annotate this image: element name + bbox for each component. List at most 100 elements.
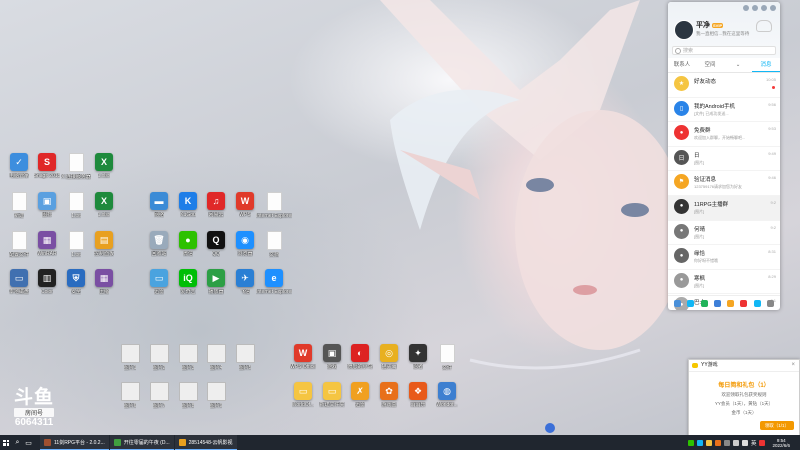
desktop-icon-g07[interactable]: ▭ WorldOf... bbox=[287, 382, 319, 408]
desktop-icon-i06[interactable]: ▣ 图标 bbox=[31, 192, 63, 218]
qq-main-panel[interactable]: 平净 SVIP 我一直相信...我在这里等待 搜索 联系人 空间 ⌄ 消息 ★ 好友动态 1… bbox=[668, 2, 780, 310]
qq-tab-2[interactable]: ⌄ bbox=[724, 58, 752, 72]
qq-close-icon[interactable] bbox=[770, 5, 776, 11]
qq-conversation-item[interactable]: ● 缘恰 你好呀不错哦 8:31 bbox=[668, 245, 780, 270]
desktop-icon-i22[interactable]: 🗑 回收站 bbox=[143, 231, 175, 257]
qq-settings-icon[interactable] bbox=[752, 5, 758, 11]
desktop-icon-i29[interactable]: ▶ 播放器 bbox=[200, 269, 232, 295]
desktop-icon-r02[interactable]: 图片2 bbox=[143, 344, 175, 371]
desktop-icon-i14[interactable]: ▥ Color bbox=[31, 269, 63, 295]
desktop-icon-i19[interactable]: ♫ 网易云 bbox=[200, 192, 232, 218]
conversation-time: 9:49 bbox=[768, 150, 776, 156]
desktop-icon-label: WinRAR bbox=[37, 251, 57, 257]
qq-signature[interactable]: 我一直相信...我在这里等待 bbox=[696, 31, 749, 37]
desktop-icon-i31[interactable]: e Internet Explorer bbox=[256, 269, 292, 295]
game-icon[interactable] bbox=[713, 299, 721, 307]
desktop-icon-i25[interactable]: ◉ 浏览器 bbox=[229, 231, 261, 257]
app-icon bbox=[206, 382, 226, 401]
desktop-icon-label: 游戏 bbox=[326, 364, 337, 370]
close-icon[interactable]: × bbox=[791, 360, 795, 371]
yy-notification-popup[interactable]: YY游戏 × 每日简和礼包（1） 欢迎领取礼包获奖规则 YY会员（1天），黄钻（… bbox=[688, 359, 800, 437]
qq-conversation-item[interactable]: ● 11RPG主播群 [图片] 9:2 bbox=[668, 195, 780, 221]
qq-conversation-item[interactable]: ★ 好友动态 10:05 bbox=[668, 73, 780, 98]
desktop-icon-r05[interactable]: 图片5 bbox=[229, 344, 261, 371]
start-button[interactable] bbox=[0, 435, 12, 450]
qq-conversation-item[interactable]: ▯ 我的Android手机 [文件] 已成功发送... 9:56 bbox=[668, 98, 780, 123]
desktop-icon-g10[interactable]: ✿ 游戏盒 bbox=[373, 382, 405, 408]
search-icon[interactable]: ⌕ bbox=[12, 435, 23, 450]
desktop-icon-i04[interactable]: X 1.xlsx bbox=[88, 153, 120, 179]
desktop-icon-r09[interactable]: 图片9 bbox=[200, 382, 232, 409]
desktop-icon-g11[interactable]: ❖ 消消乐 bbox=[402, 382, 434, 408]
desktop-icon-r07[interactable]: 图片7 bbox=[143, 382, 175, 409]
desktop-icon-label: 图片4 bbox=[209, 365, 223, 371]
desktop-icon-i27[interactable]: ▭ 迅雷 bbox=[143, 269, 175, 295]
ime-indicator[interactable]: 英 bbox=[751, 439, 757, 447]
desktop-icon-i02[interactable]: S Snagit 2018 bbox=[31, 153, 63, 179]
desktop-icon-i17[interactable]: ▬ 网络 bbox=[143, 192, 175, 218]
qq-conversation-item[interactable]: ● 寒枫 [图片] 8:29 bbox=[668, 270, 780, 295]
desktop-icon-r04[interactable]: 图片4 bbox=[200, 344, 232, 371]
volume-icon[interactable] bbox=[741, 439, 748, 446]
yy-claim-button[interactable]: 领取（1/1） bbox=[759, 421, 794, 430]
grid-icon[interactable] bbox=[766, 299, 774, 307]
app-icon: ♫ bbox=[207, 192, 225, 210]
qq-tab-3[interactable]: 消息 bbox=[752, 58, 780, 72]
desktop-icon-g05[interactable]: ✦ 忍者 bbox=[402, 344, 434, 370]
qq-avatar[interactable] bbox=[674, 20, 694, 40]
qq-conversation-item[interactable]: ● 何晴 [图片] 9:2 bbox=[668, 221, 780, 246]
desktop-icon-g01[interactable]: W WPS Office bbox=[287, 344, 319, 370]
desktop-icon-g04[interactable]: ◎ 猫头鹰 bbox=[373, 344, 405, 370]
weather-icon[interactable] bbox=[756, 20, 772, 32]
taskbar-task-1[interactable]: 开往零届的午夜 (D... bbox=[109, 435, 174, 450]
music-icon[interactable] bbox=[700, 299, 708, 307]
qq-minimize-icon[interactable] bbox=[761, 5, 767, 11]
desktop-icon-g06[interactable]: 文件 bbox=[431, 344, 463, 371]
qq-tab-0[interactable]: 联系人 bbox=[668, 58, 696, 72]
desktop-icon-i24[interactable]: Q QQ bbox=[200, 231, 232, 257]
qq-nickname[interactable]: 平净 SVIP bbox=[696, 20, 724, 30]
qq-penguin-icon[interactable] bbox=[687, 299, 695, 307]
conversation-preview: [图片] bbox=[694, 282, 705, 288]
qq-conversation-item[interactable]: ● 免费群 欢迎加入群聊，开始畅聊吧... 9:53 bbox=[668, 122, 780, 147]
folder-icon[interactable] bbox=[727, 299, 735, 307]
show-hidden-icon[interactable] bbox=[723, 439, 730, 446]
wechat-tray-icon[interactable] bbox=[687, 439, 694, 446]
network-icon[interactable] bbox=[732, 439, 739, 446]
app-tray-icon[interactable] bbox=[714, 439, 721, 446]
menu-icon[interactable] bbox=[674, 299, 682, 307]
notification-tray-icon[interactable] bbox=[759, 439, 766, 446]
cloud-icon[interactable] bbox=[753, 299, 761, 307]
desktop-icon-g09[interactable]: ✗ 迅雷 bbox=[344, 382, 376, 408]
desktop-icon-g12[interactable]: ◍ Worldof... bbox=[431, 382, 463, 408]
qq-conversation-item[interactable]: ⚑ 验证消息 123759176请求加您为好友 9:46 bbox=[668, 171, 780, 196]
conversation-time: 8:29 bbox=[768, 273, 776, 279]
yy-headline: 每日简和礼包（1） bbox=[718, 383, 770, 389]
desktop-icon-i16[interactable]: ▦ 压缩 bbox=[88, 269, 120, 295]
qq-conversation-list[interactable]: ★ 好友动态 10:05 ▯ 我的Android手机 [文件] 已成功发送... 9:56 ●… bbox=[668, 73, 780, 310]
desktop-icon-i12[interactable]: ▤ 控制面板 bbox=[88, 231, 120, 257]
taskbar-clock[interactable]: 9:54 2022/6/6 bbox=[772, 438, 790, 448]
desktop-icon-g03[interactable]: ◐ 愤怒的小鸟 bbox=[344, 344, 376, 370]
desktop-icon-r06[interactable]: 图片6 bbox=[114, 382, 146, 409]
task-app-icon bbox=[113, 438, 121, 446]
qq-skin-icon[interactable] bbox=[743, 5, 749, 11]
mail-icon[interactable] bbox=[740, 299, 748, 307]
desktop-icon-label: 回收站 bbox=[151, 251, 167, 257]
yy-tray-icon[interactable] bbox=[705, 439, 712, 446]
desktop-icon-i08[interactable]: X 1.xlsx bbox=[88, 192, 120, 218]
desktop-icon-i26[interactable]: 文档 bbox=[258, 231, 290, 258]
desktop-icon-r01[interactable]: 图片1 bbox=[114, 344, 146, 371]
task-view-icon[interactable]: ▭ bbox=[23, 435, 34, 450]
taskbar-task-0[interactable]: 11剑RPG平台 - 2.0.2... bbox=[40, 435, 109, 450]
desktop-icon-i21[interactable]: Internet Explorer bbox=[256, 192, 292, 219]
desktop-icon-label: 播放器 bbox=[208, 289, 224, 295]
taskbar-task-2[interactable]: 28514548-云帆影视 bbox=[174, 435, 237, 450]
desktop-icon-label: 文件 bbox=[441, 365, 452, 371]
conversation-time: 9:2 bbox=[770, 199, 776, 205]
qq-conversation-item[interactable]: 日日 [图片] 9:49 bbox=[668, 147, 780, 172]
qq-tab-1[interactable]: 空间 bbox=[696, 58, 724, 72]
qq-search-input[interactable]: 搜索 bbox=[672, 46, 776, 55]
qq-tray-icon[interactable] bbox=[696, 439, 703, 446]
desktop-icon-i10[interactable]: ▦ WinRAR bbox=[31, 231, 63, 257]
